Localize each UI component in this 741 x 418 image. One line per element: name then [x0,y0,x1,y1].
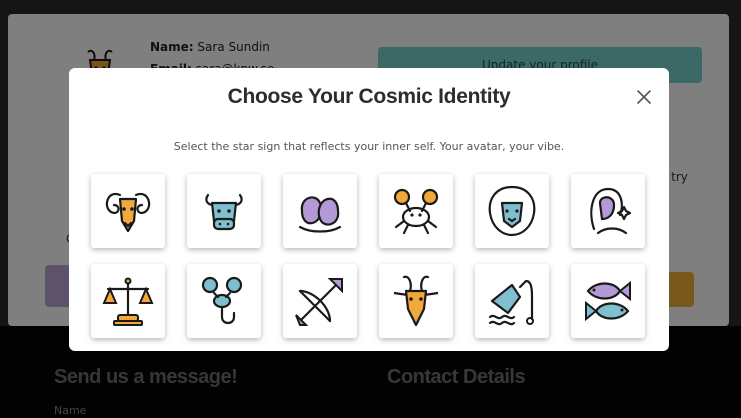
sign-tile-libra[interactable] [91,264,165,338]
ram-icon [105,192,151,233]
sign-tile-aquarius[interactable] [475,264,549,338]
cosmic-identity-modal: Choose Your Cosmic Identity Select the s… [69,68,669,351]
star-sign-grid [91,174,645,338]
maiden-icon [590,187,632,235]
scales-icon [102,277,154,326]
sign-tile-cancer[interactable] [379,174,453,248]
fish-icon [585,280,631,322]
close-icon[interactable] [635,88,653,106]
modal-subtitle: Select the star sign that reflects your … [173,140,565,153]
sign-tile-virgo[interactable] [571,174,645,248]
bull-icon [205,193,243,231]
modal-title: Choose Your Cosmic Identity [227,85,511,108]
crab-icon [393,188,439,235]
lion-icon [488,185,536,237]
sign-tile-gemini[interactable] [283,174,357,248]
sign-tile-leo[interactable] [475,174,549,248]
sign-tile-sagittarius[interactable] [283,264,357,338]
sign-tile-taurus[interactable] [187,174,261,248]
goat-icon [393,275,439,327]
scorpion-icon [201,276,243,325]
sign-tile-capricorn[interactable] [379,264,453,338]
sign-tile-aries[interactable] [91,174,165,248]
sign-tile-pisces[interactable] [571,264,645,338]
twins-icon [298,196,342,233]
water-bearer-icon [488,279,534,326]
archer-icon [295,278,343,326]
sign-tile-scorpio[interactable] [187,264,261,338]
